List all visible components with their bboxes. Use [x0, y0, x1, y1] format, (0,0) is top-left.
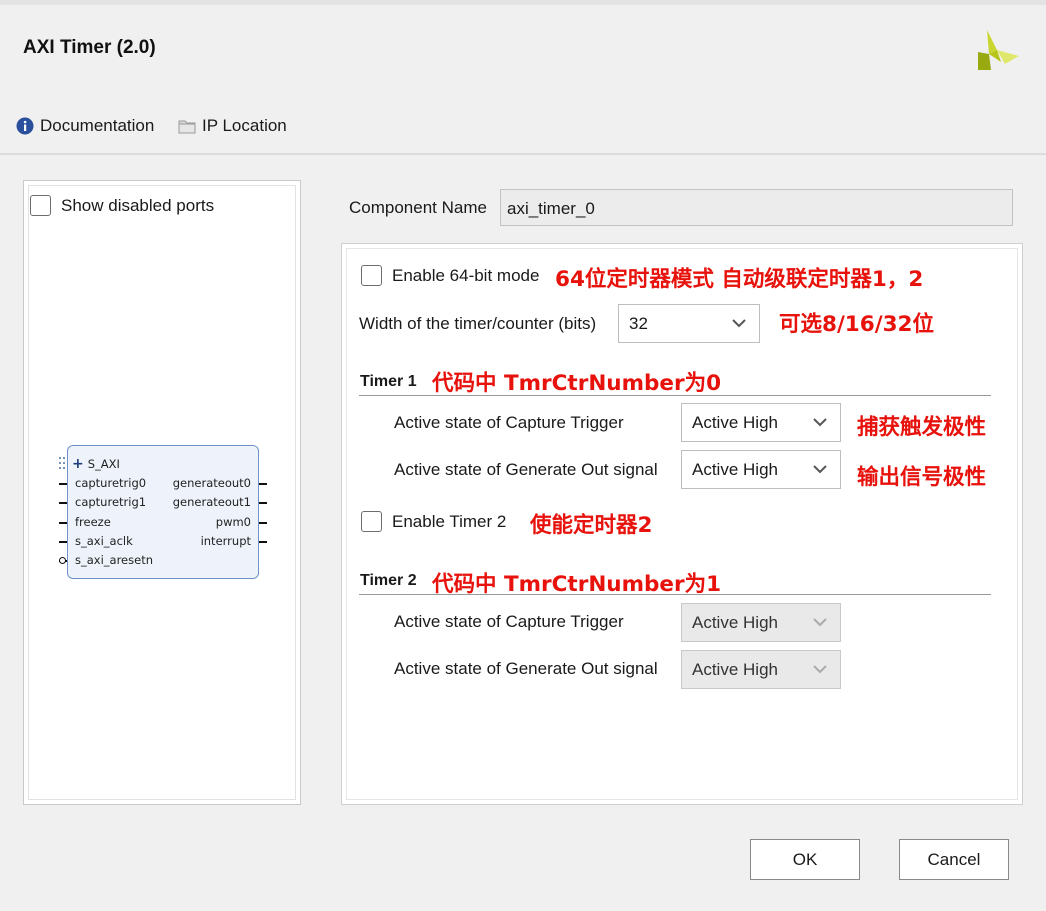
chevron-down-icon [813, 465, 827, 474]
pin-freeze [59, 522, 67, 524]
port-pwm0: pwm0 [215, 515, 251, 529]
ip-location-label: IP Location [202, 116, 287, 135]
port-s-axi-aclk: s_axi_aclk [75, 534, 133, 548]
pin-generateout0 [259, 483, 267, 485]
timer1-capture-label: Active state of Capture Trigger [394, 413, 624, 432]
window-top-border [0, 0, 1046, 5]
timer2-generate-select: Active High [681, 650, 841, 689]
annotation-capture: 捕获触发极性 [857, 415, 987, 440]
component-name-field[interactable]: axi_timer_0 [500, 189, 1013, 226]
timer1-generate-select[interactable]: Active High [681, 450, 841, 489]
timer2-rule [359, 594, 991, 595]
annotation-timer1: 代码中 TmrCtrNumber为0 [432, 371, 722, 396]
annotation-generate: 输出信号极性 [857, 465, 987, 490]
expand-plus-icon[interactable]: + [72, 456, 84, 472]
ok-button[interactable]: OK [750, 839, 860, 880]
show-disabled-ports-option[interactable]: Show disabled ports [30, 195, 214, 216]
pin-capturetrig1 [59, 502, 67, 504]
pin-generateout1 [259, 502, 267, 504]
folder-icon [178, 120, 196, 134]
timer1-rule [359, 395, 991, 396]
enable-64bit-label: Enable 64-bit mode [392, 265, 540, 285]
timer1-capture-select[interactable]: Active High [681, 403, 841, 442]
active-low-bubble-icon [59, 557, 66, 564]
port-interrupt: interrupt [200, 534, 251, 548]
annotation-timer2-enable: 使能定时器2 [530, 513, 653, 538]
chevron-down-icon [732, 319, 746, 328]
pin-capturetrig0 [59, 483, 67, 485]
timer1-capture-value: Active High [692, 412, 778, 432]
port-freeze: freeze [75, 515, 111, 529]
chevron-down-icon [813, 665, 827, 674]
show-disabled-ports-label: Show disabled ports [61, 195, 215, 215]
pin-interrupt [259, 541, 267, 543]
bus-drag-handle[interactable] [58, 456, 66, 470]
s-axi-bus-port[interactable]: + S_AXI [72, 456, 120, 472]
width-value: 32 [629, 313, 648, 333]
port-s-axi-aresetn: s_axi_aresetn [75, 553, 154, 567]
chevron-down-icon [813, 418, 827, 427]
enable-timer2-checkbox[interactable] [361, 511, 382, 532]
timer2-generate-label: Active state of Generate Out signal [394, 659, 658, 678]
timer2-generate-value: Active High [692, 659, 778, 679]
enable-64bit-option[interactable]: Enable 64-bit mode [361, 265, 539, 286]
chevron-down-icon [813, 618, 827, 627]
s-axi-label: S_AXI [87, 457, 120, 471]
component-name-label: Component Name [349, 198, 487, 217]
enable-64bit-checkbox[interactable] [361, 265, 382, 286]
timer2-capture-label: Active state of Capture Trigger [394, 612, 624, 631]
documentation-link[interactable]: Documentation [16, 116, 154, 136]
cancel-button[interactable]: Cancel [899, 839, 1009, 880]
width-select[interactable]: 32 [618, 304, 760, 343]
pin-s-axi-aclk [59, 541, 67, 543]
port-capturetrig0: capturetrig0 [75, 476, 147, 490]
xilinx-logo [978, 30, 1019, 70]
port-generateout0: generateout0 [172, 476, 251, 490]
toolbar-divider [0, 153, 1046, 155]
axi-timer-block[interactable]: + S_AXI capturetrig0 capturetrig1 freeze… [67, 445, 259, 579]
enable-timer2-label: Enable Timer 2 [392, 511, 507, 531]
timer2-capture-select: Active High [681, 603, 841, 642]
enable-timer2-option[interactable]: Enable Timer 2 [361, 511, 506, 532]
width-label: Width of the timer/counter (bits) [359, 314, 597, 333]
annotation-64bit: 64位定时器模式 自动级联定时器1，2 [555, 267, 924, 292]
annotation-width: 可选8/16/32位 [779, 312, 935, 337]
timer1-heading: Timer 1 [360, 373, 417, 390]
timer2-capture-value: Active High [692, 612, 778, 632]
dialog-title: AXI Timer (2.0) [23, 37, 156, 58]
info-icon [16, 117, 34, 135]
port-capturetrig1: capturetrig1 [75, 495, 147, 509]
port-generateout1: generateout1 [172, 495, 251, 509]
pin-pwm0 [259, 522, 267, 524]
timer1-generate-value: Active High [692, 459, 778, 479]
show-disabled-ports-checkbox[interactable] [30, 195, 51, 216]
ip-location-link[interactable]: IP Location [178, 116, 287, 136]
timer1-generate-label: Active state of Generate Out signal [394, 460, 658, 479]
documentation-label: Documentation [40, 116, 155, 135]
timer2-heading: Timer 2 [360, 572, 417, 589]
